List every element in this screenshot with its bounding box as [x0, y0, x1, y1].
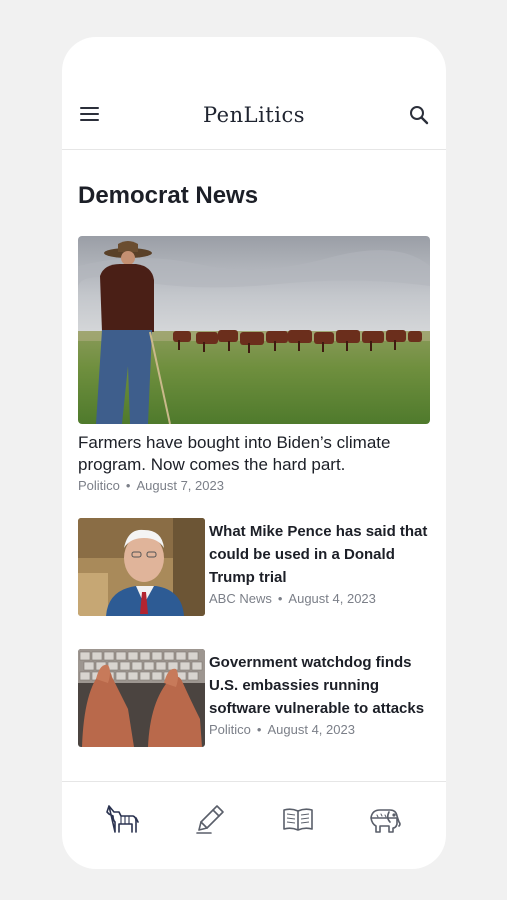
feature-article-title[interactable]: Farmers have bought into Biden’s climate…	[78, 432, 438, 476]
article-thumbnail	[78, 518, 205, 616]
article-source: ABC News	[209, 591, 272, 606]
article-date: August 4, 2023	[267, 722, 355, 737]
article-source: Politico	[209, 722, 251, 737]
article-meta: ABC News • August 4, 2023	[209, 591, 376, 606]
meta-separator: •	[277, 591, 283, 606]
app-header: PenLitics	[62, 37, 446, 150]
feature-article-meta: Politico • August 7, 2023	[78, 478, 224, 493]
meta-separator: •	[256, 722, 262, 737]
article-thumbnail	[78, 649, 205, 747]
phone-screen: PenLitics Democrat News Farmers have bou…	[62, 37, 446, 869]
article-title[interactable]: What Mike Pence has said that could be u…	[209, 520, 431, 589]
article-source: Politico	[78, 478, 120, 493]
article-card[interactable]: What Mike Pence has said that could be u…	[78, 518, 430, 618]
bottom-navigation	[62, 781, 446, 869]
feature-article-image[interactable]	[78, 236, 430, 424]
book-icon[interactable]	[281, 802, 315, 836]
donkey-icon[interactable]	[105, 802, 139, 836]
article-meta: Politico • August 4, 2023	[209, 722, 355, 737]
app-logo[interactable]: PenLitics	[62, 103, 446, 127]
elephant-icon[interactable]	[368, 802, 402, 836]
article-date: August 4, 2023	[288, 591, 376, 606]
section-title: Democrat News	[78, 182, 259, 209]
search-icon[interactable]	[408, 104, 430, 126]
meta-separator: •	[125, 478, 131, 493]
article-date: August 7, 2023	[136, 478, 224, 493]
article-card[interactable]: Government watchdog finds U.S. embassies…	[78, 649, 430, 749]
pen-icon[interactable]	[193, 802, 227, 836]
article-title[interactable]: Government watchdog finds U.S. embassies…	[209, 651, 431, 720]
